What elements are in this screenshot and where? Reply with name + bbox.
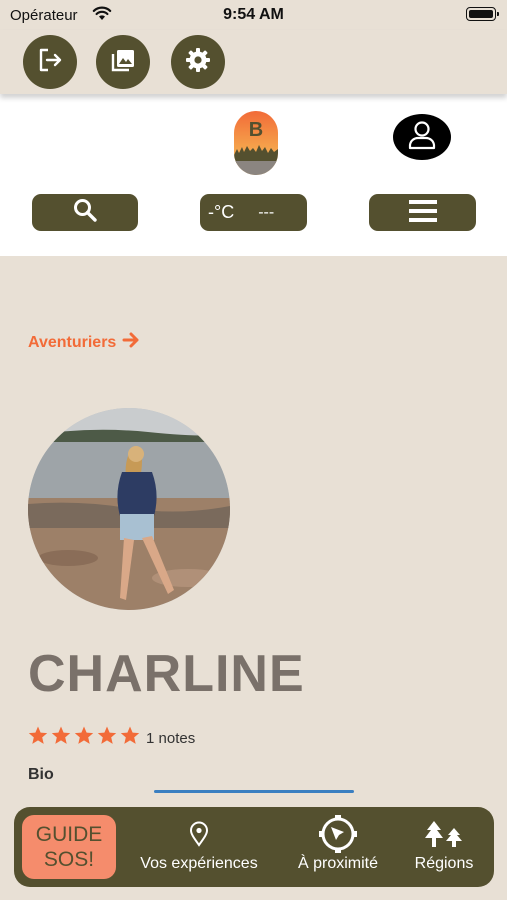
tab-label: À proximité [297, 855, 379, 872]
sos-label-line2: SOS! [43, 848, 95, 871]
arrow-right-icon [122, 331, 140, 354]
status-time: 9:54 AM [223, 6, 284, 23]
user-icon [407, 119, 437, 156]
tab-label: Vos expériences [140, 855, 258, 872]
profile-name: CHARLINE [28, 645, 305, 703]
settings-button[interactable] [171, 35, 225, 89]
star-rating: 1 notes [28, 726, 195, 750]
top-action-bar [0, 30, 507, 94]
profile-photo [28, 408, 230, 610]
tab-regions[interactable]: Régions [408, 817, 480, 873]
status-bar: Opérateur 9:54 AM [0, 0, 507, 30]
tab-label: Régions [414, 855, 474, 872]
logo-letter: B [248, 119, 264, 141]
profile-button[interactable] [393, 114, 451, 160]
bottom-tab-bar: GUIDE SOS! Vos expériences À proximité R… [14, 807, 494, 887]
star-icon [28, 726, 48, 750]
bio-link-divider [154, 790, 354, 793]
star-icon [74, 726, 94, 750]
weather-temperature: -°C [208, 202, 235, 222]
breadcrumb-label: Aventuriers [28, 333, 117, 351]
hamburger-icon [408, 196, 438, 229]
trees-icon [422, 819, 466, 854]
breadcrumb[interactable]: Aventuriers [28, 331, 140, 354]
star-icon [97, 726, 117, 750]
search-button[interactable] [32, 194, 138, 231]
weather-condition: --- [258, 203, 275, 221]
sos-label-line1: GUIDE [35, 823, 103, 846]
bio-label: Bio [28, 766, 54, 783]
profile-content: Aventuriers CHARLINE 1 notes Bio [0, 256, 507, 900]
app-header: B -°C --- [0, 94, 507, 256]
logout-button[interactable] [23, 35, 77, 89]
search-icon [72, 197, 98, 228]
tab-a-proximite[interactable]: À proximité [290, 814, 386, 873]
weather-widget[interactable]: -°C --- [200, 194, 307, 231]
star-icon [51, 726, 71, 750]
logout-icon [36, 46, 64, 79]
menu-button[interactable] [369, 194, 476, 231]
star-icon [120, 726, 140, 750]
image-gallery-icon [109, 46, 137, 79]
rating-count: 1 notes [146, 729, 196, 747]
gear-icon [184, 46, 212, 79]
app-logo[interactable]: B [234, 111, 278, 175]
location-pin-icon [188, 821, 210, 852]
gallery-button[interactable] [96, 35, 150, 89]
battery-icon [466, 7, 499, 21]
tab-vos-experiences[interactable]: Vos expériences [140, 817, 258, 873]
guide-sos-button[interactable]: GUIDE SOS! [22, 815, 116, 879]
compass-icon [318, 814, 358, 859]
